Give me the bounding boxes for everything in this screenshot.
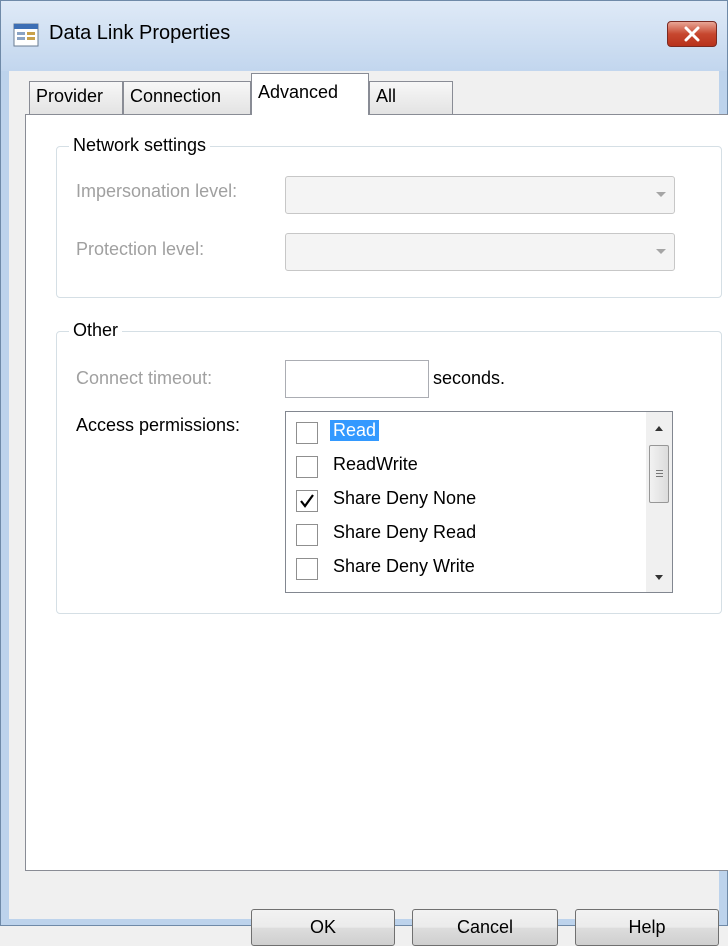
close-button[interactable] (667, 21, 717, 47)
vertical-scrollbar[interactable] (646, 412, 672, 592)
title-bar[interactable]: Data Link Properties (1, 1, 727, 71)
ok-button[interactable]: OK (251, 909, 395, 946)
group-title: Network settings (69, 135, 211, 156)
list-item-label: Read (330, 420, 380, 441)
access-permissions-label: Access permissions: (76, 415, 241, 435)
grip-line (656, 470, 663, 471)
grip-line (656, 476, 663, 477)
dialog-window: Data Link Properties Provider Connection… (0, 0, 728, 946)
grip-line (656, 473, 663, 474)
list-item-label: Share Deny Write (333, 556, 475, 576)
tab-label: Advanced (258, 82, 339, 102)
access-permissions-list[interactable]: Read ReadWrite Share Deny None Share Den… (285, 411, 673, 593)
checkbox[interactable] (296, 456, 318, 478)
chevron-down-icon (656, 192, 666, 197)
scrollbar-thumb[interactable] (649, 445, 669, 503)
tab-label: All (376, 86, 397, 106)
checkmark-icon (300, 494, 314, 508)
dialog-client: Provider Connection Advanced All Network… (9, 71, 728, 946)
checkbox[interactable] (296, 490, 318, 512)
list-item-label: Share Deny None (333, 488, 477, 508)
connect-timeout-input[interactable] (285, 360, 429, 398)
label-text: Protection level: (76, 239, 205, 259)
tab-advanced[interactable]: Advanced (251, 73, 369, 115)
checkbox[interactable] (296, 558, 318, 580)
data-link-icon (13, 23, 39, 47)
checkbox[interactable] (296, 422, 318, 444)
label-text: Impersonation level: (76, 181, 238, 201)
impersonation-level-combo[interactable] (285, 176, 675, 214)
tab-label: Connection (130, 86, 222, 106)
close-x-icon (684, 26, 700, 42)
list-item-label: ReadWrite (333, 454, 418, 474)
tab-panel-advanced: Network settings Impersonation level: Pr… (25, 114, 728, 871)
impersonation-level-label: Impersonation level: (76, 181, 237, 202)
protection-level-combo[interactable] (285, 233, 675, 271)
tab-label: Provider (36, 86, 104, 106)
list-item-label: Share Deny Read (333, 522, 477, 542)
cancel-button[interactable]: Cancel (412, 909, 558, 946)
tab-provider[interactable]: Provider (29, 81, 123, 114)
window-title: Data Link Properties (49, 22, 231, 44)
connect-timeout-label: Connect timeout: (76, 368, 213, 388)
tab-connection[interactable]: Connection (123, 81, 251, 114)
chevron-down-icon (656, 249, 666, 254)
scroll-down-icon[interactable] (655, 575, 663, 580)
network-settings-group: Network settings Impersonation level: Pr… (56, 135, 722, 298)
seconds-label: seconds. (433, 368, 506, 388)
tab-all[interactable]: All (369, 81, 453, 114)
scroll-up-icon[interactable] (655, 426, 663, 431)
checkbox[interactable] (296, 524, 318, 546)
help-button[interactable]: Help (575, 909, 719, 946)
protection-level-label: Protection level: (76, 239, 204, 260)
other-group: Other Connect timeout: seconds. Access p… (56, 320, 722, 614)
group-title: Other (69, 320, 123, 341)
